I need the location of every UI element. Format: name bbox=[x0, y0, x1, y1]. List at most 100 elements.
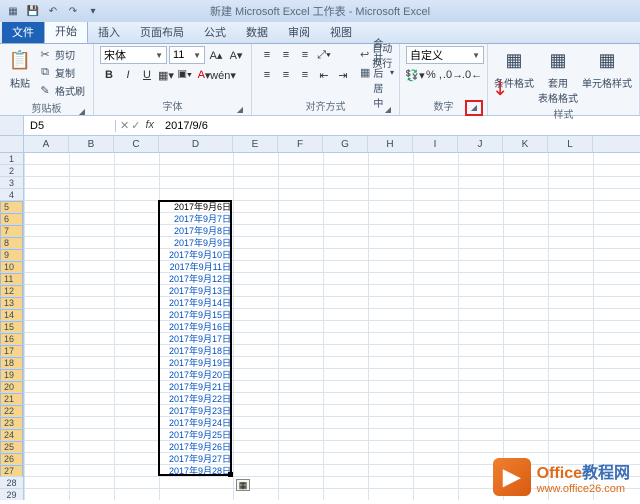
row-header-5[interactable]: 5 bbox=[0, 201, 23, 213]
italic-button[interactable]: I bbox=[119, 66, 137, 84]
col-header-B[interactable]: B bbox=[69, 136, 114, 152]
row-header-12[interactable]: 12 bbox=[0, 285, 23, 297]
align-left-icon[interactable]: ≡ bbox=[258, 66, 276, 84]
undo-icon[interactable]: ↶ bbox=[46, 4, 60, 18]
row-header-20[interactable]: 20 bbox=[0, 381, 23, 393]
autofill-options-icon[interactable]: ▦ bbox=[236, 479, 250, 491]
col-header-L[interactable]: L bbox=[548, 136, 593, 152]
row-header-17[interactable]: 17 bbox=[0, 345, 23, 357]
tab-view[interactable]: 视图 bbox=[320, 21, 362, 43]
row-header-18[interactable]: 18 bbox=[0, 357, 23, 369]
cell-D18[interactable]: 2017年9月19日 bbox=[159, 357, 233, 369]
row-header-24[interactable]: 24 bbox=[0, 429, 23, 441]
col-header-F[interactable]: F bbox=[278, 136, 323, 152]
col-header-E[interactable]: E bbox=[233, 136, 278, 152]
col-header-J[interactable]: J bbox=[458, 136, 503, 152]
name-box[interactable]: D5 bbox=[24, 120, 116, 132]
tab-insert[interactable]: 插入 bbox=[88, 21, 130, 43]
align-right-icon[interactable]: ≡ bbox=[296, 66, 314, 84]
row-header-22[interactable]: 22 bbox=[0, 405, 23, 417]
cell-D5[interactable]: 2017年9月6日 bbox=[159, 201, 233, 213]
decrease-indent-icon[interactable]: ⇤ bbox=[315, 66, 333, 84]
tab-home[interactable]: 开始 bbox=[44, 19, 88, 43]
tab-file[interactable]: 文件 bbox=[2, 21, 44, 43]
tab-data[interactable]: 数据 bbox=[236, 21, 278, 43]
format-painter-button[interactable]: ✎格式刷 bbox=[38, 82, 85, 99]
row-header-1[interactable]: 1 bbox=[0, 153, 23, 165]
percent-icon[interactable]: % bbox=[425, 66, 437, 84]
tab-formulas[interactable]: 公式 bbox=[194, 21, 236, 43]
clipboard-dialog-launcher[interactable]: ◢ bbox=[77, 106, 87, 116]
orientation-icon[interactable]: ⤢▾ bbox=[315, 46, 333, 64]
row-header-10[interactable]: 10 bbox=[0, 261, 23, 273]
row-header-19[interactable]: 19 bbox=[0, 369, 23, 381]
row-header-28[interactable]: 28 bbox=[0, 477, 23, 489]
align-top-icon[interactable]: ≡ bbox=[258, 46, 276, 64]
phonetic-button[interactable]: wén▾ bbox=[214, 66, 232, 84]
cell-D25[interactable]: 2017年9月26日 bbox=[159, 441, 233, 453]
bold-button[interactable]: B bbox=[100, 66, 118, 84]
row-header-13[interactable]: 13 bbox=[0, 297, 23, 309]
align-bottom-icon[interactable]: ≡ bbox=[296, 46, 314, 64]
row-header-14[interactable]: 14 bbox=[0, 309, 23, 321]
row-header-4[interactable]: 4 bbox=[0, 189, 23, 201]
qat-customize-icon[interactable]: ▾ bbox=[86, 4, 100, 18]
number-format-select[interactable]: 自定义▼ bbox=[406, 46, 484, 64]
increase-decimal-icon[interactable]: .0→ bbox=[444, 66, 462, 84]
cell-D20[interactable]: 2017年9月21日 bbox=[159, 381, 233, 393]
cell-D11[interactable]: 2017年9月12日 bbox=[159, 273, 233, 285]
format-as-table-button[interactable]: ▦套用 表格格式 bbox=[538, 46, 578, 105]
fill-color-button[interactable]: 🞕▾ bbox=[176, 66, 194, 84]
row-header-9[interactable]: 9 bbox=[0, 249, 23, 261]
cell-D17[interactable]: 2017年9月18日 bbox=[159, 345, 233, 357]
row-header-29[interactable]: 29 bbox=[0, 489, 23, 500]
redo-icon[interactable]: ↷ bbox=[66, 4, 80, 18]
col-header-D[interactable]: D bbox=[159, 136, 233, 152]
cell-D23[interactable]: 2017年9月24日 bbox=[159, 417, 233, 429]
row-header-8[interactable]: 8 bbox=[0, 237, 23, 249]
cell-D26[interactable]: 2017年9月27日 bbox=[159, 453, 233, 465]
cell-D24[interactable]: 2017年9月25日 bbox=[159, 429, 233, 441]
cell-D8[interactable]: 2017年9月9日 bbox=[159, 237, 233, 249]
tab-page-layout[interactable]: 页面布局 bbox=[130, 21, 194, 43]
save-icon[interactable]: 💾 bbox=[26, 4, 40, 18]
col-header-K[interactable]: K bbox=[503, 136, 548, 152]
copy-button[interactable]: ⧉复制 bbox=[38, 64, 85, 81]
merge-center-button[interactable]: ▦合并后居中▾ bbox=[360, 64, 394, 81]
paste-button[interactable]: 📋 粘贴 bbox=[6, 46, 34, 90]
decrease-decimal-icon[interactable]: .0← bbox=[463, 66, 481, 84]
fx-icon[interactable]: fx bbox=[145, 119, 154, 132]
conditional-formatting-button[interactable]: ▦条件格式 bbox=[494, 46, 534, 90]
cell-D7[interactable]: 2017年9月8日 bbox=[159, 225, 233, 237]
cell-D14[interactable]: 2017年9月15日 bbox=[159, 309, 233, 321]
cell-styles-button[interactable]: ▦单元格样式 bbox=[582, 46, 632, 90]
accounting-format-icon[interactable]: 💱▾ bbox=[406, 66, 424, 84]
cell-D21[interactable]: 2017年9月22日 bbox=[159, 393, 233, 405]
number-dialog-launcher[interactable]: ◢ bbox=[465, 100, 483, 116]
tab-review[interactable]: 审阅 bbox=[278, 21, 320, 43]
cell-D16[interactable]: 2017年9月17日 bbox=[159, 333, 233, 345]
cell-D9[interactable]: 2017年9月10日 bbox=[159, 249, 233, 261]
underline-button[interactable]: U bbox=[138, 66, 156, 84]
row-header-11[interactable]: 11 bbox=[0, 273, 23, 285]
row-header-15[interactable]: 15 bbox=[0, 321, 23, 333]
cell-D15[interactable]: 2017年9月16日 bbox=[159, 321, 233, 333]
cut-button[interactable]: ✂剪切 bbox=[38, 46, 85, 63]
increase-font-icon[interactable]: A▴ bbox=[207, 46, 225, 64]
font-name-select[interactable]: 宋体▼ bbox=[100, 46, 167, 64]
row-header-3[interactable]: 3 bbox=[0, 177, 23, 189]
cancel-formula-icon[interactable]: ✕ bbox=[120, 119, 129, 132]
cells-grid[interactable]: 2017年9月6日2017年9月7日2017年9月8日2017年9月9日2017… bbox=[24, 153, 640, 500]
enter-formula-icon[interactable]: ✓ bbox=[131, 119, 140, 132]
row-header-7[interactable]: 7 bbox=[0, 225, 23, 237]
col-header-H[interactable]: H bbox=[368, 136, 413, 152]
align-center-icon[interactable]: ≡ bbox=[277, 66, 295, 84]
row-header-6[interactable]: 6 bbox=[0, 213, 23, 225]
cell-D13[interactable]: 2017年9月14日 bbox=[159, 297, 233, 309]
col-header-I[interactable]: I bbox=[413, 136, 458, 152]
row-header-16[interactable]: 16 bbox=[0, 333, 23, 345]
cell-D19[interactable]: 2017年9月20日 bbox=[159, 369, 233, 381]
font-size-select[interactable]: 11▼ bbox=[169, 46, 205, 64]
cell-D12[interactable]: 2017年9月13日 bbox=[159, 285, 233, 297]
col-header-A[interactable]: A bbox=[24, 136, 69, 152]
